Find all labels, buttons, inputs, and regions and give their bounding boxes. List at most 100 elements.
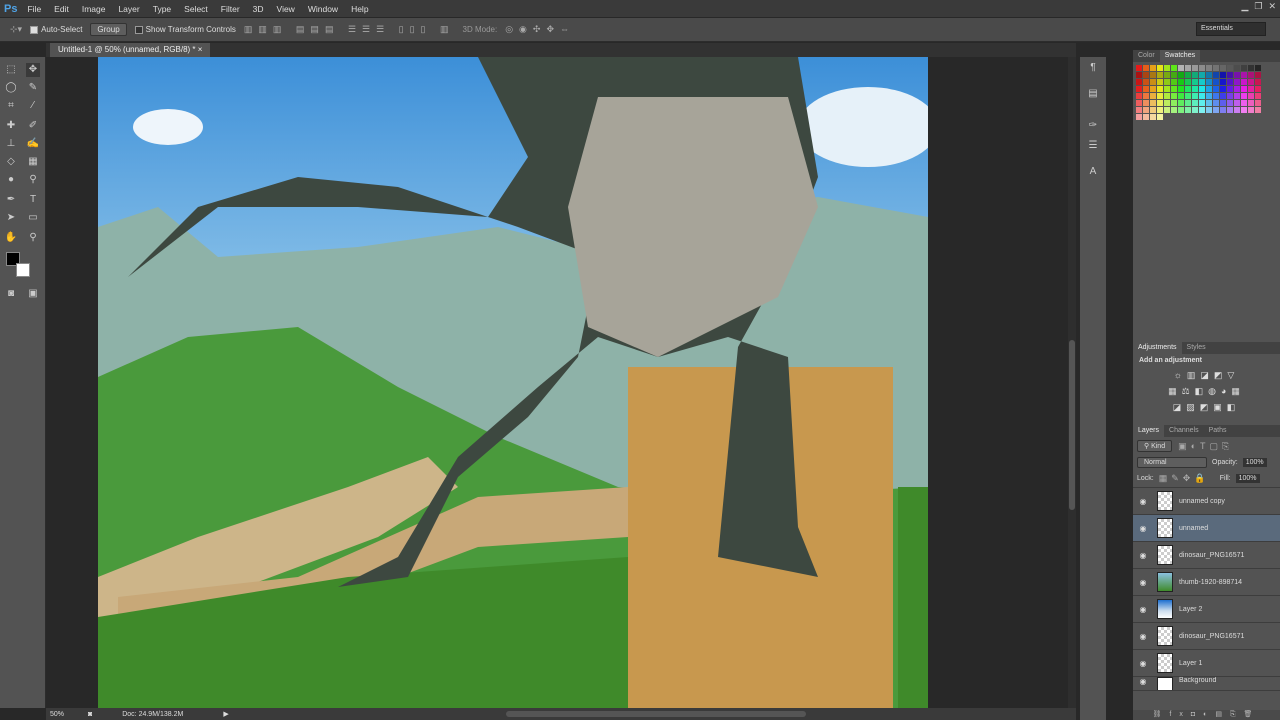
color-swatch[interactable]	[1213, 100, 1219, 106]
color-swatch[interactable]	[1157, 79, 1163, 85]
tab-color[interactable]: Color	[1133, 50, 1160, 62]
pen-tool-icon[interactable]: ✒	[4, 193, 18, 207]
color-swatch[interactable]	[1220, 93, 1226, 99]
color-swatch[interactable]	[1255, 72, 1261, 78]
workspace-select[interactable]: Essentials	[1196, 22, 1266, 36]
color-swatch[interactable]	[1241, 86, 1247, 92]
color-swatch[interactable]	[1248, 107, 1254, 113]
color-swatch[interactable]	[1136, 65, 1142, 71]
color-swatch[interactable]	[1241, 65, 1247, 71]
menu-filter[interactable]: Filter	[221, 4, 240, 14]
layer-row[interactable]: ◉ dinosaur_PNG16571	[1133, 623, 1280, 650]
color-swatch[interactable]	[1178, 107, 1184, 113]
eraser-icon[interactable]: ◇	[4, 155, 18, 169]
color-swatch[interactable]	[1192, 114, 1198, 120]
visibility-eye-icon[interactable]: ◉	[1133, 659, 1153, 668]
healing-brush-icon[interactable]: ✚	[4, 119, 18, 133]
clone-stamp-icon[interactable]: ⊥	[4, 137, 18, 151]
color-swatch[interactable]	[1185, 107, 1191, 113]
visibility-eye-icon[interactable]: ◉	[1133, 524, 1153, 533]
color-swatch[interactable]	[1150, 107, 1156, 113]
color-swatch[interactable]	[1164, 79, 1170, 85]
quick-select-icon[interactable]: ✎	[26, 81, 40, 95]
color-swatch[interactable]	[1157, 100, 1163, 106]
color-swatch[interactable]	[1150, 72, 1156, 78]
color-swatch[interactable]	[1185, 114, 1191, 120]
crop-tool-icon[interactable]: ⌗	[4, 99, 18, 113]
color-swatch[interactable]	[1213, 65, 1219, 71]
color-swatch[interactable]	[1164, 86, 1170, 92]
color-swatch[interactable]	[1206, 100, 1212, 106]
color-swatch[interactable]	[1178, 114, 1184, 120]
history-icon[interactable]: ▤	[1086, 87, 1100, 101]
color-swatch[interactable]	[1157, 65, 1163, 71]
color-swatch[interactable]	[1227, 114, 1233, 120]
color-swatch[interactable]	[1241, 72, 1247, 78]
color-swatch[interactable]	[1164, 93, 1170, 99]
color-swatch[interactable]	[1143, 65, 1149, 71]
quick-mask-icon[interactable]: ◙	[4, 287, 18, 301]
visibility-eye-icon[interactable]: ◉	[1133, 632, 1153, 641]
color-swatch[interactable]	[1178, 65, 1184, 71]
background-color-swatch[interactable]	[16, 263, 30, 277]
blend-mode-select[interactable]: Normal	[1137, 457, 1207, 468]
filter-kind-select[interactable]: ⚲ Kind	[1137, 440, 1173, 452]
color-swatch[interactable]	[1192, 79, 1198, 85]
tab-styles[interactable]: Styles	[1182, 342, 1211, 354]
color-swatch[interactable]	[1220, 86, 1226, 92]
gradient-icon[interactable]: ▦	[26, 155, 40, 169]
menu-edit[interactable]: Edit	[54, 4, 69, 14]
visibility-eye-icon[interactable]: ◉	[1133, 578, 1153, 587]
color-swatch[interactable]	[1199, 65, 1205, 71]
tab-adjustments[interactable]: Adjustments	[1133, 342, 1182, 354]
scrollbar-thumb[interactable]	[1069, 340, 1075, 510]
tab-channels[interactable]: Channels	[1164, 425, 1204, 437]
color-swatch[interactable]	[1199, 114, 1205, 120]
color-swatch[interactable]	[1220, 72, 1226, 78]
visibility-eye-icon[interactable]: ◉	[1133, 677, 1153, 686]
color-swatch[interactable]	[1248, 86, 1254, 92]
color-swatch[interactable]	[1234, 79, 1240, 85]
color-swatch[interactable]	[1255, 93, 1261, 99]
color-swatch[interactable]	[1185, 79, 1191, 85]
color-swatch[interactable]	[1192, 93, 1198, 99]
color-swatch[interactable]	[1220, 114, 1226, 120]
paragraph-icon[interactable]: ¶	[1086, 61, 1100, 75]
color-swatch[interactable]	[1255, 107, 1261, 113]
color-swatch[interactable]	[1248, 100, 1254, 106]
color-swatch[interactable]	[1150, 65, 1156, 71]
color-swatch[interactable]	[1206, 93, 1212, 99]
color-swatch[interactable]	[1157, 114, 1163, 120]
menu-image[interactable]: Image	[82, 4, 106, 14]
color-swatch[interactable]	[1150, 86, 1156, 92]
menu-type[interactable]: Type	[153, 4, 171, 14]
color-swatch[interactable]	[1143, 79, 1149, 85]
layer-row[interactable]: ◉ unnamed	[1133, 515, 1280, 542]
color-swatch[interactable]	[1255, 79, 1261, 85]
color-swatch[interactable]	[1178, 100, 1184, 106]
color-swatch[interactable]	[1255, 65, 1261, 71]
color-swatch[interactable]	[1227, 107, 1233, 113]
menu-layer[interactable]: Layer	[118, 4, 139, 14]
color-swatch[interactable]	[1213, 93, 1219, 99]
color-swatch[interactable]	[1213, 72, 1219, 78]
color-swatch[interactable]	[1220, 107, 1226, 113]
color-swatch[interactable]	[1241, 79, 1247, 85]
visibility-eye-icon[interactable]: ◉	[1133, 497, 1153, 506]
3d-tools-icons[interactable]: ◎◉✣✥⇔	[505, 24, 575, 35]
hand-tool-icon[interactable]: ✋	[4, 231, 18, 245]
properties-icon[interactable]: ☰	[1086, 139, 1100, 153]
dodge-tool-icon[interactable]: ⚲	[26, 173, 40, 187]
color-swatch[interactable]	[1213, 79, 1219, 85]
color-swatch[interactable]	[1241, 100, 1247, 106]
color-swatch[interactable]	[1241, 114, 1247, 120]
color-swatch[interactable]	[1255, 100, 1261, 106]
color-swatch[interactable]	[1143, 100, 1149, 106]
color-swatch[interactable]	[1171, 65, 1177, 71]
layer-row[interactable]: ◉ dinosaur_PNG16571	[1133, 542, 1280, 569]
color-swatch[interactable]	[1248, 93, 1254, 99]
color-swatch[interactable]	[1227, 93, 1233, 99]
color-swatch[interactable]	[1192, 100, 1198, 106]
color-swatch[interactable]	[1157, 86, 1163, 92]
layer-row[interactable]: ◉ unnamed copy	[1133, 488, 1280, 515]
